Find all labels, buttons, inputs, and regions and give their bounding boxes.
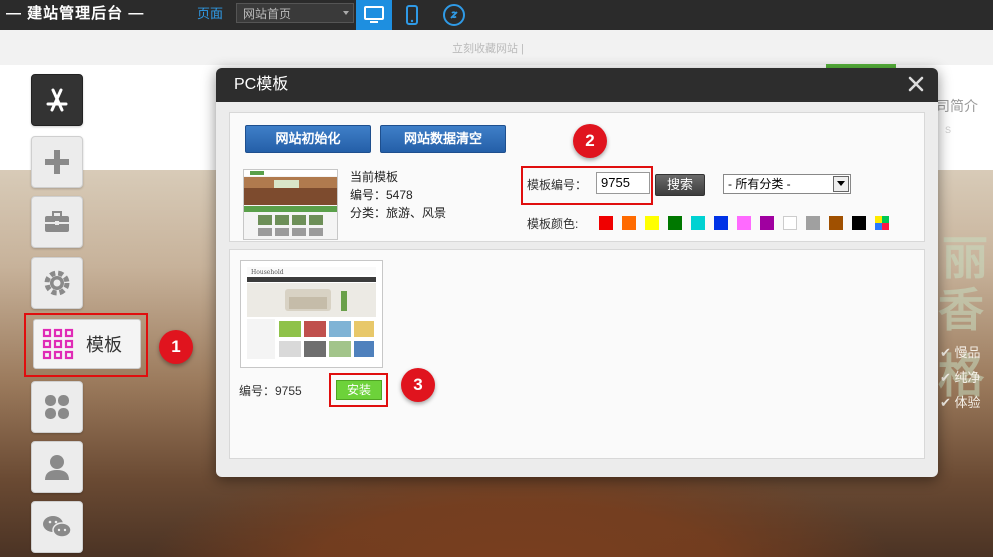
- color-swatch[interactable]: [714, 216, 728, 230]
- dialog-header: PC模板: [216, 68, 938, 102]
- color-swatch[interactable]: [829, 216, 843, 230]
- step-marker-3: 3: [401, 368, 435, 402]
- background-nav-text: 司简介: [936, 98, 978, 114]
- color-swatch[interactable]: [875, 216, 889, 230]
- site-init-button[interactable]: 网站初始化: [245, 125, 371, 153]
- dialog-title: PC模板: [234, 76, 289, 93]
- close-icon: [908, 76, 924, 92]
- link-view-button[interactable]: [436, 0, 472, 30]
- user-icon: [45, 455, 69, 480]
- mobile-icon: [406, 5, 418, 25]
- site-data-clear-button[interactable]: 网站数据清空: [380, 125, 506, 153]
- color-swatch[interactable]: [852, 216, 866, 230]
- link-icon: [443, 4, 465, 26]
- current-template-info: 当前模板 编号：5478 分类：旅游、风景: [350, 168, 446, 222]
- current-template-category: 分类：旅游、风景: [350, 206, 447, 220]
- chevron-down-icon: [343, 11, 349, 15]
- color-swatch[interactable]: [599, 216, 613, 230]
- page-select-value: 网站首页: [243, 7, 292, 21]
- settings-button[interactable]: [31, 257, 83, 309]
- current-template-thumbnail: [243, 169, 338, 240]
- chevron-down-icon: [833, 176, 849, 192]
- category-select[interactable]: - 所有分类 -: [723, 174, 851, 194]
- wechat-button[interactable]: [31, 501, 83, 553]
- toolbox-icon: [45, 211, 69, 232]
- app-store-icon: [46, 88, 68, 112]
- template-color-label: 模板颜色:: [527, 217, 579, 231]
- category-select-value: - 所有分类 -: [728, 177, 791, 191]
- result-template-number: 编号：9755: [239, 384, 302, 398]
- color-swatch[interactable]: [806, 216, 820, 230]
- member-button[interactable]: [31, 441, 83, 493]
- desktop-icon: [364, 6, 384, 23]
- color-swatch[interactable]: [668, 216, 682, 230]
- highlight-box-template-number: [521, 166, 653, 205]
- highlight-box-template: [24, 313, 148, 377]
- background-strip-text: 立刻收藏网站 |: [452, 43, 524, 55]
- background-nav-sub: S: [945, 125, 952, 135]
- result-template-preview-image: Household: [245, 265, 378, 363]
- background-side-item: ✔ 慢品: [940, 345, 981, 360]
- add-button[interactable]: [31, 136, 83, 188]
- step-marker-1: 1: [159, 330, 193, 364]
- result-template-thumbnail[interactable]: Household: [240, 260, 383, 368]
- background-side-item: ✔ 纯净: [940, 370, 981, 385]
- color-swatch[interactable]: [691, 216, 705, 230]
- desktop-view-button[interactable]: [356, 0, 392, 30]
- current-template-number: 编号：5478: [350, 188, 413, 202]
- background-side-list: ✔ 慢品 ✔ 纯净 ✔ 体验: [940, 340, 981, 415]
- close-button[interactable]: [906, 74, 926, 94]
- toolbox-button[interactable]: [31, 196, 83, 248]
- color-swatch[interactable]: [737, 216, 751, 230]
- color-swatch[interactable]: [622, 216, 636, 230]
- search-button[interactable]: 搜索: [655, 174, 705, 196]
- clover-icon: [45, 395, 69, 419]
- page-select[interactable]: 网站首页: [236, 3, 354, 23]
- current-template-preview-image: [244, 170, 337, 239]
- current-template-title: 当前模板: [350, 170, 399, 184]
- color-swatch[interactable]: [760, 216, 774, 230]
- color-swatch[interactable]: [783, 216, 797, 230]
- highlight-box-install: [329, 373, 388, 407]
- template-results-panel: Household 编号：9755 安装: [229, 249, 925, 459]
- wechat-icon: [43, 516, 72, 538]
- background-side-item: ✔ 体验: [940, 395, 981, 410]
- page-label: 页面: [197, 6, 224, 21]
- step-marker-2: 2: [573, 124, 607, 158]
- svg-text:Household: Household: [251, 269, 284, 276]
- color-swatch[interactable]: [645, 216, 659, 230]
- app-store-button[interactable]: [31, 74, 83, 126]
- background-top-strip: 立刻收藏网站 |: [0, 30, 993, 65]
- modules-button[interactable]: [31, 381, 83, 433]
- app-title: — 建站管理后台 —: [6, 5, 145, 22]
- gear-icon: [44, 270, 70, 296]
- mobile-view-button[interactable]: [394, 0, 430, 30]
- plus-icon: [45, 150, 69, 174]
- top-bar: — 建站管理后台 — 页面 网站首页: [0, 0, 993, 30]
